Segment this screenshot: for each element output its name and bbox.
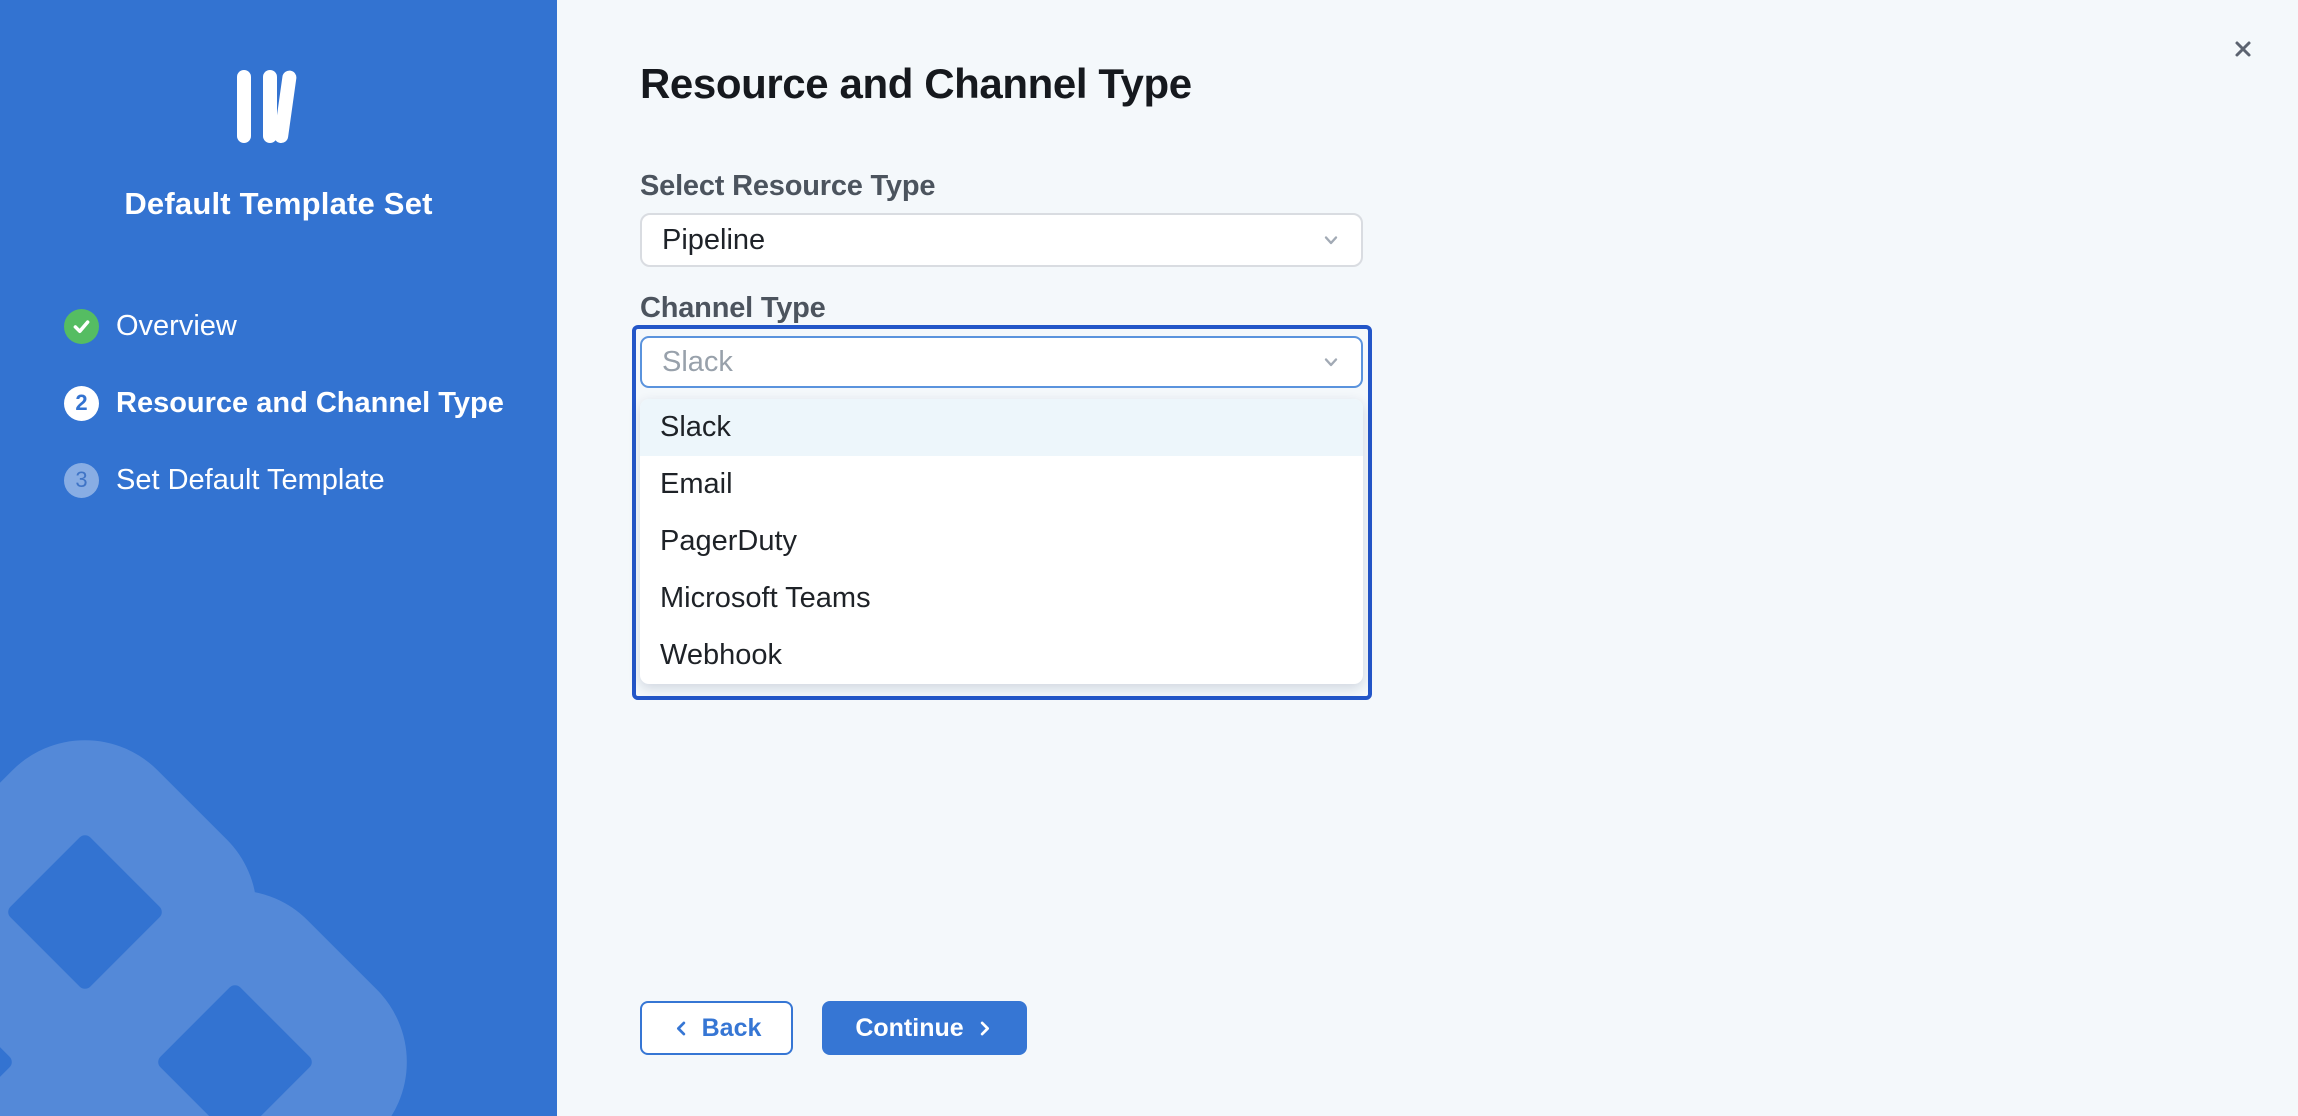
continue-button[interactable]: Continue bbox=[822, 1001, 1027, 1055]
continue-button-label: Continue bbox=[855, 1014, 963, 1043]
wizard-modal: Default Template Set Overview 2 Resource… bbox=[0, 0, 2298, 1116]
resource-type-select[interactable]: Pipeline bbox=[640, 213, 1363, 267]
chevron-down-icon bbox=[1319, 350, 1343, 374]
menu-option-pagerduty[interactable]: PagerDuty bbox=[640, 513, 1363, 570]
step-label: Set Default Template bbox=[116, 464, 385, 497]
chevron-down-icon bbox=[1319, 228, 1343, 252]
menu-option-email[interactable]: Email bbox=[640, 456, 1363, 513]
menu-option-microsoft-teams[interactable]: Microsoft Teams bbox=[640, 570, 1363, 627]
step-resource-and-channel-type[interactable]: 2 Resource and Channel Type bbox=[64, 384, 504, 422]
step-number: 3 bbox=[64, 463, 99, 498]
step-label: Resource and Channel Type bbox=[116, 387, 504, 420]
step-number: 2 bbox=[64, 386, 99, 421]
channel-type-menu: Slack Email PagerDuty Microsoft Teams We… bbox=[640, 399, 1363, 684]
channel-type-select[interactable]: Slack bbox=[640, 336, 1363, 388]
menu-option-webhook[interactable]: Webhook bbox=[640, 627, 1363, 684]
menu-option-slack[interactable]: Slack bbox=[640, 399, 1363, 456]
x-icon bbox=[2229, 35, 2257, 63]
page-title: Resource and Channel Type bbox=[640, 60, 1192, 108]
resource-type-value: Pipeline bbox=[642, 224, 1319, 257]
step-label: Overview bbox=[116, 310, 237, 343]
chevron-right-icon bbox=[975, 1019, 994, 1038]
channel-type-label: Channel Type bbox=[640, 292, 826, 325]
check-icon bbox=[64, 309, 99, 344]
back-button[interactable]: Back bbox=[640, 1001, 793, 1055]
chevron-left-icon bbox=[672, 1019, 691, 1038]
close-button[interactable] bbox=[2221, 27, 2265, 71]
back-button-label: Back bbox=[702, 1014, 762, 1043]
wizard-sidebar: Default Template Set Overview 2 Resource… bbox=[0, 0, 557, 1116]
books-logo-icon bbox=[237, 70, 327, 144]
resource-type-label: Select Resource Type bbox=[640, 170, 935, 203]
channel-type-value: Slack bbox=[642, 346, 1319, 379]
channel-type-focus-ring: Slack Slack Email PagerDuty Microsoft Te… bbox=[632, 325, 1372, 700]
chain-links-watermark-icon bbox=[0, 686, 557, 1116]
wizard-title: Default Template Set bbox=[0, 186, 557, 222]
step-overview[interactable]: Overview bbox=[64, 307, 237, 345]
step-set-default-template[interactable]: 3 Set Default Template bbox=[64, 461, 385, 499]
